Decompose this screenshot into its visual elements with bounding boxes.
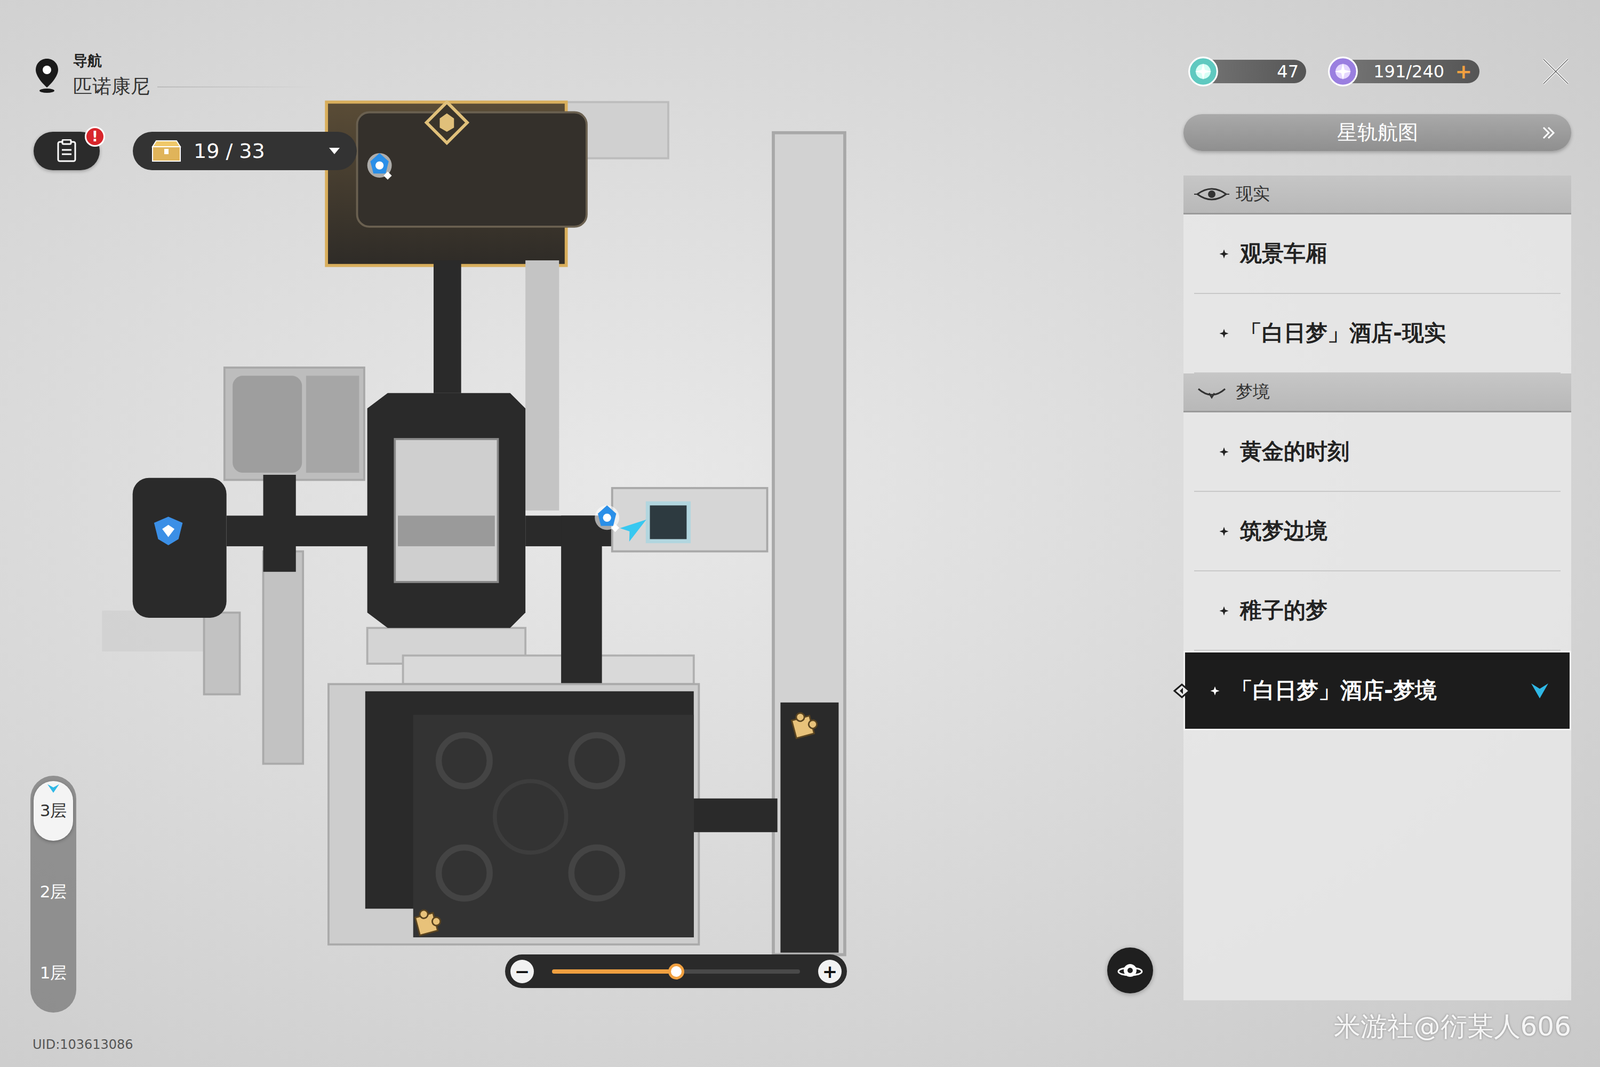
top-left-hud: 导航匹诺康尼! 19 / 33 [33,51,357,171]
pointer-icon [1172,681,1192,701]
floor-button[interactable]: 2层 [33,861,74,922]
dropdown-icon[interactable] [328,146,341,156]
floor-button[interactable]: 3层 [33,780,74,841]
resource-pill[interactable]: 191/240+ [1328,59,1480,84]
floor-selector: 3层 2层 1层 [30,775,77,1013]
chest-icon [150,139,182,163]
teleport-icon[interactable] [367,153,392,180]
puzzle-icon[interactable] [790,709,820,739]
document-icon [56,139,77,163]
domain-entrance-icon[interactable] [426,101,468,143]
map-list-item[interactable]: 筑梦边境 [1194,491,1561,572]
puzzle-icon[interactable] [413,906,443,935]
map-list-item[interactable]: 「白日梦」酒店-现实 [1194,293,1561,374]
uid-label: UID:103613086 [32,1036,134,1052]
current-floor-icon [46,782,61,794]
chest-counter[interactable]: 19 / 33 [132,131,357,171]
add-button[interactable]: + [1450,59,1472,84]
star-icon [1218,328,1230,339]
planet-button[interactable] [1107,947,1154,994]
eye-icon [1194,183,1230,205]
planet-icon [1116,956,1144,984]
zoom-bar: −+ [505,954,847,988]
section-header: 梦境 [1183,373,1572,413]
star-icon [1218,605,1230,616]
zoom-in-button[interactable]: + [818,959,842,983]
location-name: 匹诺康尼 [73,73,318,100]
section-header: 现实 [1183,175,1572,215]
close-icon[interactable] [1540,56,1572,87]
notification-badge: ! [84,126,106,147]
star-icon [1209,685,1221,696]
star-icon [1218,525,1230,537]
map-list-item[interactable]: 黄金的时刻 [1194,412,1561,492]
map-markers[interactable] [154,101,820,935]
gold-hall [326,101,669,266]
teleport-icon[interactable] [594,505,620,532]
map-list-item[interactable]: 「白日梦」酒店-梦境 [1183,650,1572,731]
map-list-item[interactable]: 稚子的梦 [1194,571,1561,651]
resource-bar: 47 191/240+ [1183,56,1572,87]
navigation-header: 导航匹诺康尼 [33,51,357,100]
chevron-icon [1540,124,1558,142]
space-anchor-icon[interactable] [154,516,183,546]
floor-button[interactable]: 1层 [33,942,74,1003]
map-list-item[interactable]: 观景车厢 [1194,214,1561,294]
navigation-label: 导航 [73,51,318,71]
dream-icon [1194,381,1230,403]
zoom-out-button[interactable]: − [510,959,534,983]
zoom-slider[interactable] [552,969,800,974]
trailblaze-power-icon [1326,54,1360,88]
player-arrow-icon [619,513,651,542]
star-icon [1218,248,1230,260]
star-rail-map-button[interactable]: 星轨航图 [1183,114,1572,151]
watermark: 米游社@衍某人606 [1333,1008,1572,1045]
map-area[interactable]: 导航匹诺康尼!19 / 333层2层1层−+UID:103613086 [0,0,1184,1067]
map-rooms [101,132,845,955]
map-list-panel: 现实观景车厢「白日梦」酒店-现实梦境黄金的时刻筑梦边境稚子的梦「白日梦」酒店-梦… [1183,175,1572,1000]
right-column: 47 191/240+ 星轨航图现实观景车厢「白日梦」酒店-现实梦境黄金的时刻筑梦边… [1183,0,1572,1067]
resource-pill[interactable]: 47 [1188,59,1307,84]
quest-button[interactable]: ! [33,131,100,171]
fuel-icon [1186,54,1220,88]
selected-arrow-icon [1529,680,1551,702]
map-screen: 导航匹诺康尼!19 / 333层2层1层−+UID:10361308647191… [0,0,1600,1067]
location-pin-icon [33,57,61,94]
zoom-knob[interactable] [668,963,685,980]
star-icon [1218,446,1230,458]
